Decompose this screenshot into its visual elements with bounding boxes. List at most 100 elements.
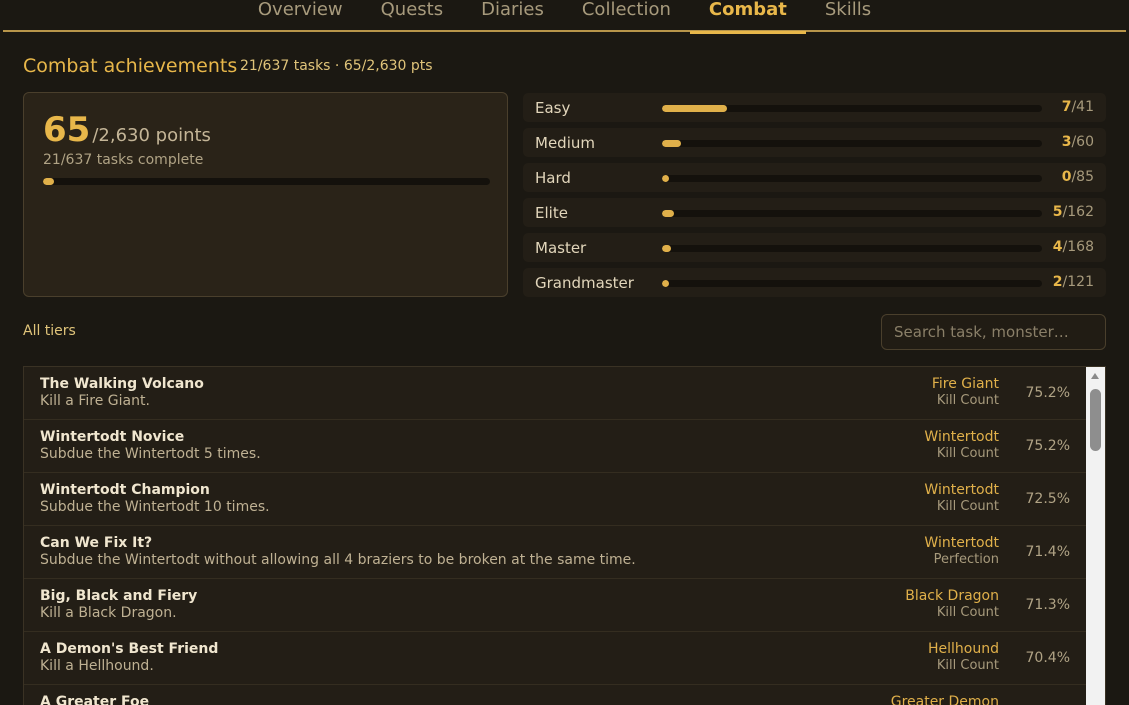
points-max: /2,630 points <box>92 125 211 146</box>
tier-row: Elite 5/162 <box>523 198 1106 227</box>
task-completion-pct: 75.2% <box>1025 438 1070 454</box>
tier-name: Master <box>535 239 587 257</box>
task-list: The Walking Volcano Kill a Fire Giant. Fir… <box>23 366 1106 705</box>
page-summary: 21/637 tasks · 65/2,630 pts <box>240 58 433 74</box>
tier-progress-bar <box>662 175 1042 182</box>
tab-combat[interactable]: Combat <box>689 0 806 34</box>
tier-row: Grandmaster 2/121 <box>523 268 1106 297</box>
task-type: Kill Count <box>936 499 999 514</box>
task-type: Kill Count <box>936 393 999 408</box>
tier-count: 7/41 <box>1062 99 1094 115</box>
task-completion-pct: 70.4% <box>1025 650 1070 666</box>
scrollbar[interactable] <box>1086 367 1105 705</box>
search-input[interactable] <box>881 314 1106 350</box>
tab-skills[interactable]: Skills <box>806 0 890 32</box>
tier-row: Master 4/168 <box>523 233 1106 262</box>
page-title: Combat achievements <box>23 55 238 77</box>
tier-done: 2 <box>1052 274 1063 290</box>
tier-total: /168 <box>1062 239 1094 255</box>
task-title: A Demon's Best Friend <box>40 641 219 657</box>
tier-progress-bar <box>662 105 1042 112</box>
task-type: Kill Count <box>936 446 999 461</box>
tab-quests[interactable]: Quests <box>362 0 462 32</box>
tier-total: /162 <box>1062 204 1094 220</box>
points-progress-bar <box>43 178 490 185</box>
tier-count: 2/121 <box>1053 274 1094 290</box>
tier-done: 0 <box>1061 169 1072 185</box>
task-type: Kill Count <box>936 605 999 620</box>
tier-count: 5/162 <box>1053 204 1094 220</box>
tier-name: Hard <box>535 169 571 187</box>
task-type: Kill Count <box>936 658 999 673</box>
scroll-thumb[interactable] <box>1090 389 1101 451</box>
task-completion-pct: 71.3% <box>1025 597 1070 613</box>
tier-total: /41 <box>1071 99 1094 115</box>
tab-diaries[interactable]: Diaries <box>462 0 563 32</box>
tier-filter[interactable]: All tiers <box>23 323 76 339</box>
points-progress-fill <box>43 178 55 185</box>
task-description: Kill a Fire Giant. <box>40 393 150 409</box>
table-row[interactable]: Can We Fix It? Subdue the Wintertodt with… <box>24 526 1086 579</box>
task-title: Wintertodt Champion <box>40 482 210 498</box>
tier-progress-fill <box>662 210 674 217</box>
tier-count: 0/85 <box>1062 169 1094 185</box>
tier-progress-fill <box>662 105 727 112</box>
task-monster: Black Dragon <box>905 588 999 604</box>
task-description: Kill a Black Dragon. <box>40 605 177 621</box>
tasks-complete: 21/637 tasks complete <box>43 152 204 168</box>
table-row[interactable]: Big, Black and Fiery Kill a Black Dragon.… <box>24 579 1086 632</box>
tier-name: Medium <box>535 134 595 152</box>
task-type: Perfection <box>933 552 999 567</box>
task-completion-pct: 72.5% <box>1025 491 1070 507</box>
tier-progress-fill <box>662 140 681 147</box>
main-nav: Overview Quests Diaries Collection Comba… <box>3 0 1126 34</box>
tier-done: 7 <box>1061 99 1072 115</box>
tier-total: /121 <box>1062 274 1094 290</box>
tier-count: 4/168 <box>1053 239 1094 255</box>
tier-done: 3 <box>1061 134 1072 150</box>
task-title: The Walking Volcano <box>40 376 204 392</box>
tier-progress-bar <box>662 210 1042 217</box>
task-description: Subdue the Wintertodt 5 times. <box>40 446 261 462</box>
task-monster: Wintertodt <box>924 535 999 551</box>
task-title: Can We Fix It? <box>40 535 153 551</box>
task-completion-pct: 75.2% <box>1025 385 1070 401</box>
points-earned: 65 <box>43 110 91 150</box>
tier-total: /85 <box>1071 169 1094 185</box>
tier-row: Hard 0/85 <box>523 163 1106 192</box>
tier-progress-bar <box>662 245 1042 252</box>
table-row[interactable]: Wintertodt Champion Subdue the Wintertodt… <box>24 473 1086 526</box>
table-row[interactable]: A Demon's Best Friend Kill a Hellhound. He… <box>24 632 1086 685</box>
tier-done: 5 <box>1052 204 1063 220</box>
tier-name: Grandmaster <box>535 274 634 292</box>
points-total: 65 /2,630 points <box>43 110 211 150</box>
task-title: Big, Black and Fiery <box>40 588 198 604</box>
table-row[interactable]: The Walking Volcano Kill a Fire Giant. Fir… <box>24 367 1086 420</box>
tier-progress-bar <box>662 280 1042 287</box>
tier-row: Easy 7/41 <box>523 93 1106 122</box>
tier-list: Easy 7/41 Medium 3/60 Hard 0/85 Elite 5/162 Mast… <box>523 93 1106 303</box>
task-title: A Greater Foe <box>40 694 150 705</box>
tier-progress-bar <box>662 140 1042 147</box>
tier-done: 4 <box>1052 239 1063 255</box>
tier-count: 3/60 <box>1062 134 1094 150</box>
tier-progress-fill <box>662 175 669 182</box>
task-monster: Fire Giant <box>931 376 999 392</box>
tab-collection[interactable]: Collection <box>563 0 690 32</box>
task-monster: Wintertodt <box>924 429 999 445</box>
task-monster: Wintertodt <box>924 482 999 498</box>
task-title: Wintertodt Novice <box>40 429 185 445</box>
task-description: Subdue the Wintertodt 10 times. <box>40 499 270 515</box>
tier-total: /60 <box>1071 134 1094 150</box>
table-row[interactable]: Wintertodt Novice Subdue the Wintertodt 5… <box>24 420 1086 473</box>
points-card: 65 /2,630 points 21/637 tasks complete <box>23 92 508 297</box>
scroll-up-arrow-icon[interactable] <box>1091 373 1099 379</box>
task-completion-pct: 71.4% <box>1025 544 1070 560</box>
tier-name: Easy <box>535 99 571 117</box>
task-monster: Greater Demon <box>890 694 999 705</box>
tier-progress-fill <box>662 245 672 252</box>
tier-row: Medium 3/60 <box>523 128 1106 157</box>
table-row[interactable]: A Greater Foe Greater Demon <box>24 685 1086 705</box>
tier-name: Elite <box>535 204 568 222</box>
tab-overview[interactable]: Overview <box>239 0 362 32</box>
